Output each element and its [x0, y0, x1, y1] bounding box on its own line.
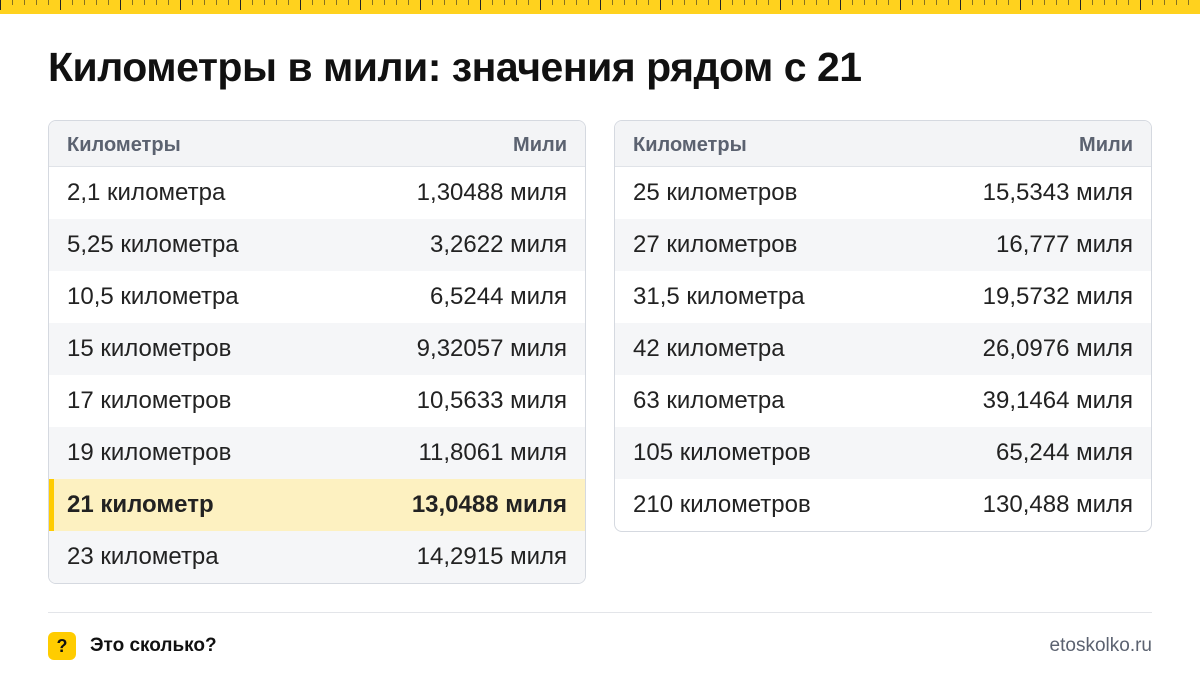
question-mark-icon: ? — [48, 632, 76, 660]
column-header-km: Километры — [633, 134, 747, 156]
column-header-mi: Мили — [1079, 134, 1133, 156]
table-row: 2,1 километра 1,30488 миля — [49, 167, 585, 219]
column-header-mi: Мили — [513, 134, 567, 156]
km-value: 210 километров — [633, 491, 811, 518]
column-header-km: Километры — [67, 134, 181, 156]
km-value: 25 километров — [633, 179, 798, 206]
table-row: 17 километров 10,5633 миля — [49, 375, 585, 427]
table-row: 23 километра 14,2915 миля — [49, 531, 585, 583]
site-url[interactable]: etoskolko.ru — [1050, 635, 1152, 657]
left-conversion-table: Километры Мили 2,1 километра 1,30488 миля… — [48, 120, 586, 584]
km-value: 63 километра — [633, 387, 785, 414]
table-header: Километры Мили — [49, 121, 585, 167]
table-row: 27 километров 16,777 миля — [615, 219, 1151, 271]
mi-value: 26,0976 миля — [982, 335, 1133, 362]
km-value: 15 километров — [67, 335, 232, 362]
brand-name: Это сколько? — [90, 635, 217, 656]
mi-value: 1,30488 миля — [416, 179, 567, 206]
km-value: 2,1 километра — [67, 179, 226, 206]
table-row: 10,5 километра 6,5244 миля — [49, 271, 585, 323]
mi-value: 65,244 миля — [996, 439, 1133, 466]
right-conversion-table: Километры Мили 25 километров 15,5343 миля… — [614, 120, 1152, 532]
mi-value: 16,777 миля — [996, 231, 1133, 258]
mi-value: 15,5343 миля — [982, 179, 1133, 206]
table-row: 42 километра 26,0976 миля — [615, 323, 1151, 375]
km-value: 21 километр — [67, 491, 214, 518]
mi-value: 6,5244 миля — [430, 283, 567, 310]
ruler-strip — [0, 0, 1200, 14]
table-row: 63 километра 39,1464 миля — [615, 375, 1151, 427]
table-row-highlighted: 21 километр 13,0488 миля — [49, 479, 585, 531]
table-row: 31,5 километра 19,5732 миля — [615, 271, 1151, 323]
mi-value: 11,8061 миля — [418, 439, 567, 466]
km-value: 42 километра — [633, 335, 785, 362]
km-value: 27 километров — [633, 231, 798, 258]
km-value: 5,25 километра — [67, 231, 239, 258]
km-value: 31,5 километра — [633, 283, 805, 310]
table-row: 105 километров 65,244 миля — [615, 427, 1151, 479]
footer-divider — [48, 612, 1152, 613]
mi-value: 130,488 миля — [982, 491, 1133, 518]
km-value: 105 километров — [633, 439, 811, 466]
mi-value: 13,0488 миля — [411, 491, 567, 518]
page-title: Километры в мили: значения рядом с 21 — [48, 44, 862, 90]
mi-value: 19,5732 миля — [982, 283, 1133, 310]
table-row: 19 километров 11,8061 миля — [49, 427, 585, 479]
table-body: 2,1 километра 1,30488 миля 5,25 километра 3… — [49, 167, 585, 583]
table-header: Километры Мили — [615, 121, 1151, 167]
mi-value: 39,1464 миля — [982, 387, 1133, 414]
mi-value: 9,32057 миля — [416, 335, 567, 362]
km-value: 23 километра — [67, 543, 219, 570]
km-value: 19 километров — [67, 439, 232, 466]
mi-value: 14,2915 миля — [416, 543, 567, 570]
table-row: 25 километров 15,5343 миля — [615, 167, 1151, 219]
table-body: 25 километров 15,5343 миля 27 километров 16… — [615, 167, 1151, 531]
mi-value: 10,5633 миля — [416, 387, 567, 414]
brand[interactable]: ? Это сколько? — [48, 632, 217, 660]
km-value: 17 километров — [67, 387, 232, 414]
km-value: 10,5 километра — [67, 283, 239, 310]
table-row: 15 километров 9,32057 миля — [49, 323, 585, 375]
table-row: 5,25 километра 3,2622 миля — [49, 219, 585, 271]
mi-value: 3,2622 миля — [430, 231, 567, 258]
table-row: 210 километров 130,488 миля — [615, 479, 1151, 531]
